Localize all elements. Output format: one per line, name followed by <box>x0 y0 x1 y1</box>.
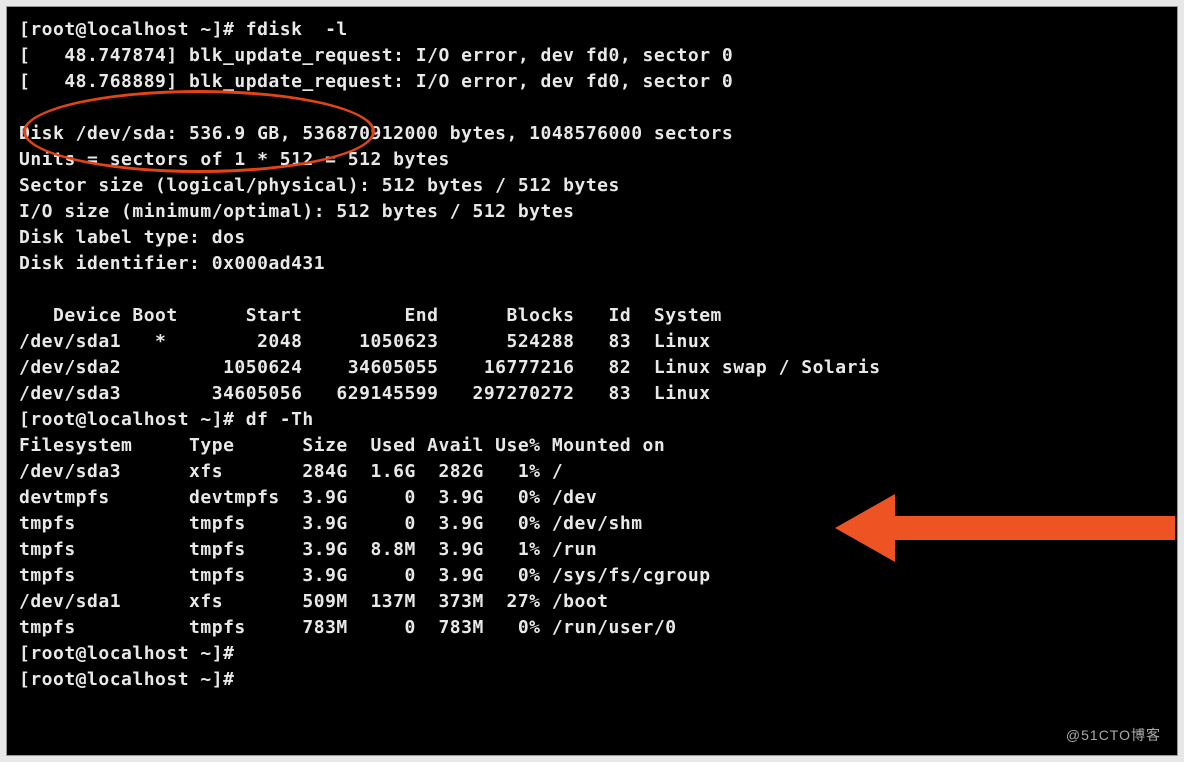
df-row: /dev/sda1 xfs 509M 137M 373M 27% /boot <box>19 591 609 612</box>
cmd-df: [root@localhost ~]# df -Th <box>19 409 314 430</box>
kernel-msg: [ 48.768889] blk_update_request: I/O err… <box>19 71 733 92</box>
df-header: Filesystem Type Size Used Avail Use% Mou… <box>19 435 665 456</box>
terminal-window: [root@localhost ~]# fdisk -l [ 48.747874… <box>6 6 1178 756</box>
disk-header: Disk /dev/sda: 536.9 GB, 536870912000 by… <box>19 123 733 144</box>
prompt-empty: [root@localhost ~]# <box>19 643 234 664</box>
df-row: tmpfs tmpfs 3.9G 0 3.9G 0% /dev/shm <box>19 513 643 534</box>
partition-row: /dev/sda3 34605056 629145599 297270272 8… <box>19 383 711 404</box>
df-row: tmpfs tmpfs 3.9G 8.8M 3.9G 1% /run <box>19 539 597 560</box>
kernel-msg: [ 48.747874] blk_update_request: I/O err… <box>19 45 733 66</box>
parts-header: Device Boot Start End Blocks Id System <box>19 305 722 326</box>
prompt-empty: [root@localhost ~]# <box>19 669 234 690</box>
df-row: tmpfs tmpfs 3.9G 0 3.9G 0% /sys/fs/cgrou… <box>19 565 711 586</box>
disk-units: Units = sectors of 1 * 512 = 512 bytes <box>19 149 450 170</box>
df-row: tmpfs tmpfs 783M 0 783M 0% /run/user/0 <box>19 617 677 638</box>
disk-label: Disk label type: dos <box>19 227 246 248</box>
df-row: devtmpfs devtmpfs 3.9G 0 3.9G 0% /dev <box>19 487 597 508</box>
partition-row: /dev/sda1 * 2048 1050623 524288 83 Linux <box>19 331 711 352</box>
disk-id: Disk identifier: 0x000ad431 <box>19 253 325 274</box>
watermark-text: @51CTO博客 <box>1066 725 1161 745</box>
df-row: /dev/sda3 xfs 284G 1.6G 282G 1% / <box>19 461 563 482</box>
partition-row: /dev/sda2 1050624 34605055 16777216 82 L… <box>19 357 881 378</box>
io-size: I/O size (minimum/optimal): 512 bytes / … <box>19 201 575 222</box>
sector-size: Sector size (logical/physical): 512 byte… <box>19 175 620 196</box>
cmd-fdisk: [root@localhost ~]# fdisk -l <box>19 19 348 40</box>
terminal-output[interactable]: [root@localhost ~]# fdisk -l [ 48.747874… <box>19 17 1177 693</box>
